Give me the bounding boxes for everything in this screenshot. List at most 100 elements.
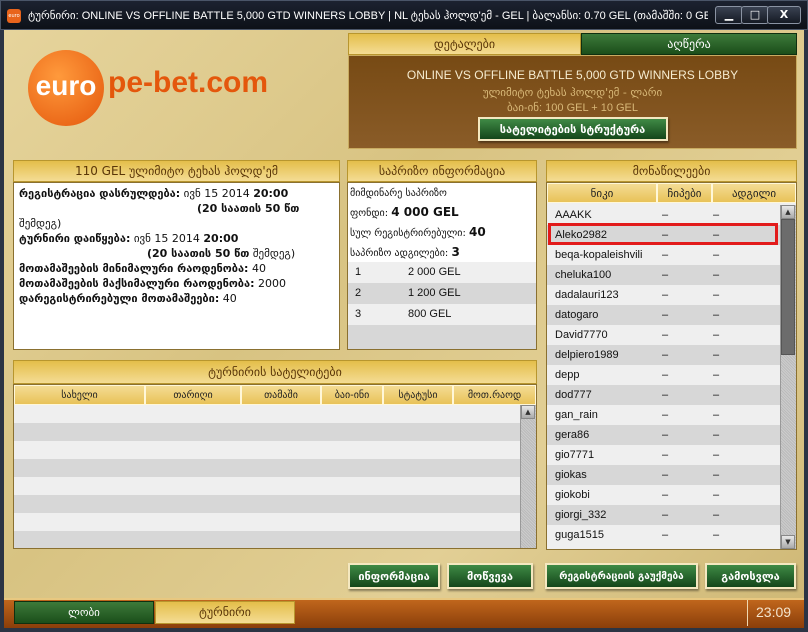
satellite-empty-row [14, 495, 520, 513]
participant-chips: – [662, 349, 669, 361]
participant-row[interactable]: gan_rain – – [547, 405, 780, 425]
reg-end-relative: (20 საათის 50 წთ [197, 202, 300, 215]
participant-nick: dadalauri123 [555, 289, 619, 301]
participants-scrollbar[interactable]: ▲ ▼ [780, 205, 796, 549]
column-chips[interactable]: ჩიპები [657, 183, 712, 203]
participant-place: – [713, 209, 720, 221]
bottom-bar: ლობი ტურნირი 23:09 [4, 598, 804, 628]
tab-details[interactable]: დეტალები [348, 33, 581, 55]
participant-row[interactable]: Aleko2982– – [547, 223, 780, 245]
participant-row[interactable]: dadalauri123 – – [547, 285, 780, 305]
registered-label: დარეგისტრირებული მოთამაშეები: [19, 292, 220, 305]
scroll-up-icon[interactable]: ▲ [521, 405, 535, 419]
participant-row[interactable]: gera86 – – [547, 425, 780, 445]
participant-row[interactable]: gio7771 – – [547, 445, 780, 465]
participant-place: – [713, 349, 720, 361]
satellite-column[interactable]: ბაი-ინი [321, 385, 383, 405]
satellites-table: სახელი თარიღი თამაში ბაი-ინი სტატუსი მოთ.რაოდ… [13, 384, 537, 549]
total-label: სულ რეგისტრირებული: [350, 228, 470, 239]
tournament-name: ONLINE VS OFFLINE BATTLE 5,000 GTD WINNE… [406, 68, 739, 82]
participant-chips: – [662, 429, 669, 441]
scroll-down-icon[interactable]: ▼ [781, 535, 795, 549]
start-relative: (20 საათის 50 წთ [147, 247, 250, 260]
clock: 23:09 [756, 604, 792, 620]
tab-lobby[interactable]: ლობი [14, 601, 154, 624]
invite-button[interactable]: მოწვევა [447, 563, 533, 589]
unregister-button[interactable]: რეგისტრაციის გაუქმება [545, 563, 698, 589]
pool-value: 4 000 GEL [391, 205, 459, 219]
min-players-value: 40 [248, 262, 266, 275]
satellite-column[interactable]: თარიღი [145, 385, 241, 405]
participant-nick: AAAKK [555, 209, 592, 221]
prize-place: 1 [355, 266, 362, 278]
participant-chips: – [662, 269, 669, 281]
participant-chips: – [662, 289, 669, 301]
participant-place: – [713, 369, 720, 381]
satellites-scrollbar[interactable]: ▲ [520, 405, 536, 548]
start-label: ტურნირი დაიწყება: [19, 232, 131, 245]
participant-row[interactable]: dod777 – – [547, 385, 780, 405]
reg-end-time: 20:00 [253, 187, 289, 200]
column-place[interactable]: ადგილი [712, 183, 796, 203]
max-players-value: 2000 [254, 277, 286, 290]
info-button[interactable]: ინფორმაცია [348, 563, 440, 589]
participant-row[interactable]: beqa-kopaleishvili – – [547, 245, 780, 265]
participant-row[interactable]: AAAKK – – [547, 205, 780, 225]
satellites-rows [14, 405, 520, 548]
satellite-empty-row [14, 459, 520, 477]
participant-row[interactable]: giorgi_332 – – [547, 505, 780, 525]
participant-row[interactable]: datogaro – – [547, 305, 780, 325]
satellite-column[interactable]: მოთ.რაოდ [453, 385, 536, 405]
participant-nick: delpiero1989 [555, 349, 619, 361]
prize-info: მიმდინარე საპრიზო ფონდი: 4 000 GEL სულ რ… [347, 182, 537, 350]
satellite-structure-button[interactable]: სატელიტების სტრუქტურა [477, 117, 668, 141]
start-time: 20:00 [203, 232, 239, 245]
title-bar: euro ტურნირი: ONLINE VS OFFLINE BATTLE 5… [0, 0, 808, 30]
participant-nick: giokas [555, 469, 587, 481]
tab-description[interactable]: აღწერა [581, 33, 797, 55]
participant-chips: – [662, 329, 669, 341]
participant-row[interactable]: guga1515 – – [547, 525, 780, 545]
participant-place: – [713, 449, 720, 461]
column-nick[interactable]: ნიკი [547, 183, 657, 203]
participant-nick: datogaro [555, 309, 599, 321]
satellite-empty-row [14, 405, 520, 423]
prize-row: 3 800 GEL [348, 304, 536, 325]
scroll-thumb[interactable] [781, 219, 795, 355]
prize-table: 1 2 000 GEL 2 1 200 GEL 3 800 GEL [348, 262, 536, 349]
participant-place: – [713, 529, 720, 541]
maximize-button[interactable]: □ [741, 6, 769, 24]
participant-row[interactable]: delpiero1989 – – [547, 345, 780, 365]
exit-button[interactable]: გამოსვლა [705, 563, 796, 589]
participant-chips: – [662, 209, 669, 221]
prize-place: 3 [355, 308, 362, 320]
participant-nick: cheluka100 [555, 269, 612, 281]
participant-row[interactable]: giokas – – [547, 465, 780, 485]
participant-place: – [713, 409, 720, 421]
participant-place: – [713, 389, 720, 401]
close-button[interactable]: X [767, 6, 801, 24]
satellite-column[interactable]: სტატუსი [383, 385, 453, 405]
scroll-up-icon[interactable]: ▲ [781, 205, 795, 219]
participant-row[interactable]: David7770 – – [547, 325, 780, 345]
registered-value: 40 [219, 292, 237, 305]
participant-nick: depp [555, 369, 580, 381]
participant-row[interactable]: giokobi – – [547, 485, 780, 505]
participant-row[interactable]: cheluka100 – – [547, 265, 780, 285]
start-after: შემდეგ) [249, 247, 296, 260]
buyin-text: ბაი-ინ: 100 GEL + 10 GEL [506, 102, 639, 114]
participant-row[interactable]: depp – – [547, 365, 780, 385]
satellite-empty-row [14, 441, 520, 459]
reg-end-label: რეგისტრაცია დასრულდება: [19, 187, 181, 200]
satellite-column[interactable]: თამაში [241, 385, 321, 405]
participant-chips: – [662, 469, 669, 481]
participant-nick: David7770 [555, 329, 608, 341]
minimize-button[interactable]: ▁ [715, 6, 743, 24]
prize-amount: 1 200 GEL [408, 287, 461, 299]
participant-nick: guga1515 [555, 529, 604, 541]
participant-chips: – [662, 449, 669, 461]
tab-tournament[interactable]: ტურნირი [155, 601, 295, 624]
max-players-label: მოთამაშეების მაქსიმალური რაოდენობა: [19, 277, 255, 290]
prize-amount: 800 GEL [408, 308, 452, 320]
satellite-column[interactable]: სახელი [14, 385, 145, 405]
